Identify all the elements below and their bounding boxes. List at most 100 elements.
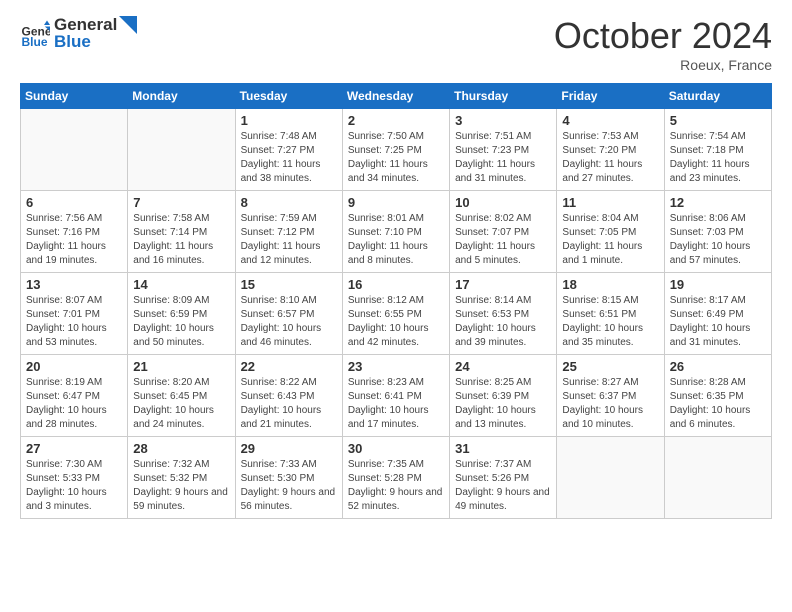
weekday-header: Wednesday	[342, 84, 449, 109]
day-number: 18	[562, 277, 658, 292]
calendar-cell: 17 Sunrise: 8:14 AMSunset: 6:53 PMDayligh…	[450, 273, 557, 355]
calendar-cell: 9 Sunrise: 8:01 AMSunset: 7:10 PMDaylight…	[342, 191, 449, 273]
calendar-cell: 25Sunrise: 8:27 AMSunset: 6:37 PMDayligh…	[557, 355, 664, 437]
header-row: SundayMondayTuesdayWednesdayThursdayFrid…	[21, 84, 772, 109]
day-info: Sunrise: 8:20 AMSunset: 6:45 PMDaylight:…	[133, 376, 229, 432]
calendar-cell: 22 Sunrise: 8:22 AMSunset: 6:43 PMDayligh…	[235, 355, 342, 437]
calendar-cell: 13Sunrise: 8:07 AMSunset: 7:01 PMDayligh…	[21, 273, 128, 355]
day-info: Sunrise: 7:32 AMSunset: 5:32 PMDaylight:…	[133, 458, 229, 514]
logo-blue: Blue	[54, 32, 137, 52]
day-number: 12	[670, 195, 766, 210]
calendar-cell: 3 Sunrise: 7:51 AMSunset: 7:23 PMDaylight…	[450, 109, 557, 191]
calendar-cell: 10Sunrise: 8:02 AMSunset: 7:07 PMDayligh…	[450, 191, 557, 273]
day-number: 3	[455, 113, 551, 128]
day-info: Sunrise: 7:37 AMSunset: 5:26 PMDaylight:…	[455, 458, 551, 514]
day-info: Sunrise: 8:25 AMSunset: 6:39 PMDaylight:…	[455, 376, 551, 432]
day-number: 22	[241, 359, 337, 374]
logo: General Blue General Blue	[20, 15, 137, 52]
day-info: Sunrise: 7:56 AMSunset: 7:16 PMDaylight:…	[26, 212, 122, 268]
day-info: Sunrise: 8:01 AMSunset: 7:10 PMDaylight:…	[348, 212, 444, 268]
calendar-cell: 20Sunrise: 8:19 AMSunset: 6:47 PMDayligh…	[21, 355, 128, 437]
calendar-cell: 26Sunrise: 8:28 AMSunset: 6:35 PMDayligh…	[664, 355, 771, 437]
calendar-cell: 29Sunrise: 7:33 AMSunset: 5:30 PMDayligh…	[235, 437, 342, 519]
calendar-week-row: 20Sunrise: 8:19 AMSunset: 6:47 PMDayligh…	[21, 355, 772, 437]
calendar-cell	[21, 109, 128, 191]
location: Roeux, France	[554, 57, 772, 73]
day-number: 28	[133, 441, 229, 456]
calendar-cell	[128, 109, 235, 191]
day-info: Sunrise: 8:23 AMSunset: 6:41 PMDaylight:…	[348, 376, 444, 432]
calendar-cell: 16 Sunrise: 8:12 AMSunset: 6:55 PMDayligh…	[342, 273, 449, 355]
day-number: 24	[455, 359, 551, 374]
day-info: Sunrise: 8:10 AMSunset: 6:57 PMDaylight:…	[241, 294, 337, 350]
day-number: 10	[455, 195, 551, 210]
day-number: 6	[26, 195, 122, 210]
day-info: Sunrise: 7:50 AMSunset: 7:25 PMDaylight:…	[348, 130, 444, 186]
month-title: October 2024	[554, 15, 772, 57]
day-number: 1	[241, 113, 337, 128]
calendar-cell: 4 Sunrise: 7:53 AMSunset: 7:20 PMDaylight…	[557, 109, 664, 191]
calendar-cell	[664, 437, 771, 519]
calendar-cell: 11Sunrise: 8:04 AMSunset: 7:05 PMDayligh…	[557, 191, 664, 273]
calendar-cell: 6 Sunrise: 7:56 AMSunset: 7:16 PMDaylight…	[21, 191, 128, 273]
day-number: 27	[26, 441, 122, 456]
day-number: 7	[133, 195, 229, 210]
weekday-header: Monday	[128, 84, 235, 109]
calendar-cell: 15 Sunrise: 8:10 AMSunset: 6:57 PMDayligh…	[235, 273, 342, 355]
day-number: 19	[670, 277, 766, 292]
day-number: 21	[133, 359, 229, 374]
day-number: 17	[455, 277, 551, 292]
day-info: Sunrise: 7:30 AMSunset: 5:33 PMDaylight:…	[26, 458, 122, 514]
calendar-cell: 27 Sunrise: 7:30 AMSunset: 5:33 PMDayligh…	[21, 437, 128, 519]
calendar-week-row: 13Sunrise: 8:07 AMSunset: 7:01 PMDayligh…	[21, 273, 772, 355]
calendar-cell: 19 Sunrise: 8:17 AMSunset: 6:49 PMDayligh…	[664, 273, 771, 355]
day-info: Sunrise: 8:19 AMSunset: 6:47 PMDaylight:…	[26, 376, 122, 432]
calendar-cell: 28 Sunrise: 7:32 AMSunset: 5:32 PMDayligh…	[128, 437, 235, 519]
day-number: 4	[562, 113, 658, 128]
day-info: Sunrise: 7:48 AMSunset: 7:27 PMDaylight:…	[241, 130, 337, 186]
day-info: Sunrise: 8:14 AMSunset: 6:53 PMDaylight:…	[455, 294, 551, 350]
calendar-cell	[557, 437, 664, 519]
logo-triangle-icon	[119, 16, 137, 34]
day-info: Sunrise: 8:06 AMSunset: 7:03 PMDaylight:…	[670, 212, 766, 268]
calendar-cell: 12 Sunrise: 8:06 AMSunset: 7:03 PMDayligh…	[664, 191, 771, 273]
day-number: 31	[455, 441, 551, 456]
logo-icon: General Blue	[20, 19, 50, 49]
day-info: Sunrise: 7:54 AMSunset: 7:18 PMDaylight:…	[670, 130, 766, 186]
svg-text:Blue: Blue	[22, 35, 48, 49]
day-info: Sunrise: 7:53 AMSunset: 7:20 PMDaylight:…	[562, 130, 658, 186]
day-number: 25	[562, 359, 658, 374]
weekday-header: Saturday	[664, 84, 771, 109]
day-info: Sunrise: 8:12 AMSunset: 6:55 PMDaylight:…	[348, 294, 444, 350]
day-info: Sunrise: 8:17 AMSunset: 6:49 PMDaylight:…	[670, 294, 766, 350]
calendar-cell: 30Sunrise: 7:35 AMSunset: 5:28 PMDayligh…	[342, 437, 449, 519]
weekday-header: Thursday	[450, 84, 557, 109]
calendar-cell: 7 Sunrise: 7:58 AMSunset: 7:14 PMDaylight…	[128, 191, 235, 273]
day-number: 9	[348, 195, 444, 210]
day-number: 30	[348, 441, 444, 456]
day-number: 15	[241, 277, 337, 292]
weekday-header: Sunday	[21, 84, 128, 109]
calendar-cell: 14 Sunrise: 8:09 AMSunset: 6:59 PMDayligh…	[128, 273, 235, 355]
calendar-week-row: 27 Sunrise: 7:30 AMSunset: 5:33 PMDayligh…	[21, 437, 772, 519]
title-block: October 2024 Roeux, France	[554, 15, 772, 73]
day-info: Sunrise: 8:09 AMSunset: 6:59 PMDaylight:…	[133, 294, 229, 350]
calendar-cell: 23Sunrise: 8:23 AMSunset: 6:41 PMDayligh…	[342, 355, 449, 437]
day-info: Sunrise: 7:33 AMSunset: 5:30 PMDaylight:…	[241, 458, 337, 514]
day-number: 11	[562, 195, 658, 210]
day-info: Sunrise: 7:59 AMSunset: 7:12 PMDaylight:…	[241, 212, 337, 268]
calendar-cell: 1 Sunrise: 7:48 AMSunset: 7:27 PMDaylight…	[235, 109, 342, 191]
day-number: 8	[241, 195, 337, 210]
calendar-cell: 2 Sunrise: 7:50 AMSunset: 7:25 PMDaylight…	[342, 109, 449, 191]
calendar-table: SundayMondayTuesdayWednesdayThursdayFrid…	[20, 83, 772, 519]
day-info: Sunrise: 7:58 AMSunset: 7:14 PMDaylight:…	[133, 212, 229, 268]
day-info: Sunrise: 8:22 AMSunset: 6:43 PMDaylight:…	[241, 376, 337, 432]
calendar-week-row: 1 Sunrise: 7:48 AMSunset: 7:27 PMDaylight…	[21, 109, 772, 191]
day-info: Sunrise: 7:51 AMSunset: 7:23 PMDaylight:…	[455, 130, 551, 186]
calendar-cell: 8 Sunrise: 7:59 AMSunset: 7:12 PMDaylight…	[235, 191, 342, 273]
calendar-cell: 21 Sunrise: 8:20 AMSunset: 6:45 PMDayligh…	[128, 355, 235, 437]
calendar-cell: 5Sunrise: 7:54 AMSunset: 7:18 PMDaylight…	[664, 109, 771, 191]
day-number: 14	[133, 277, 229, 292]
day-number: 16	[348, 277, 444, 292]
day-number: 2	[348, 113, 444, 128]
